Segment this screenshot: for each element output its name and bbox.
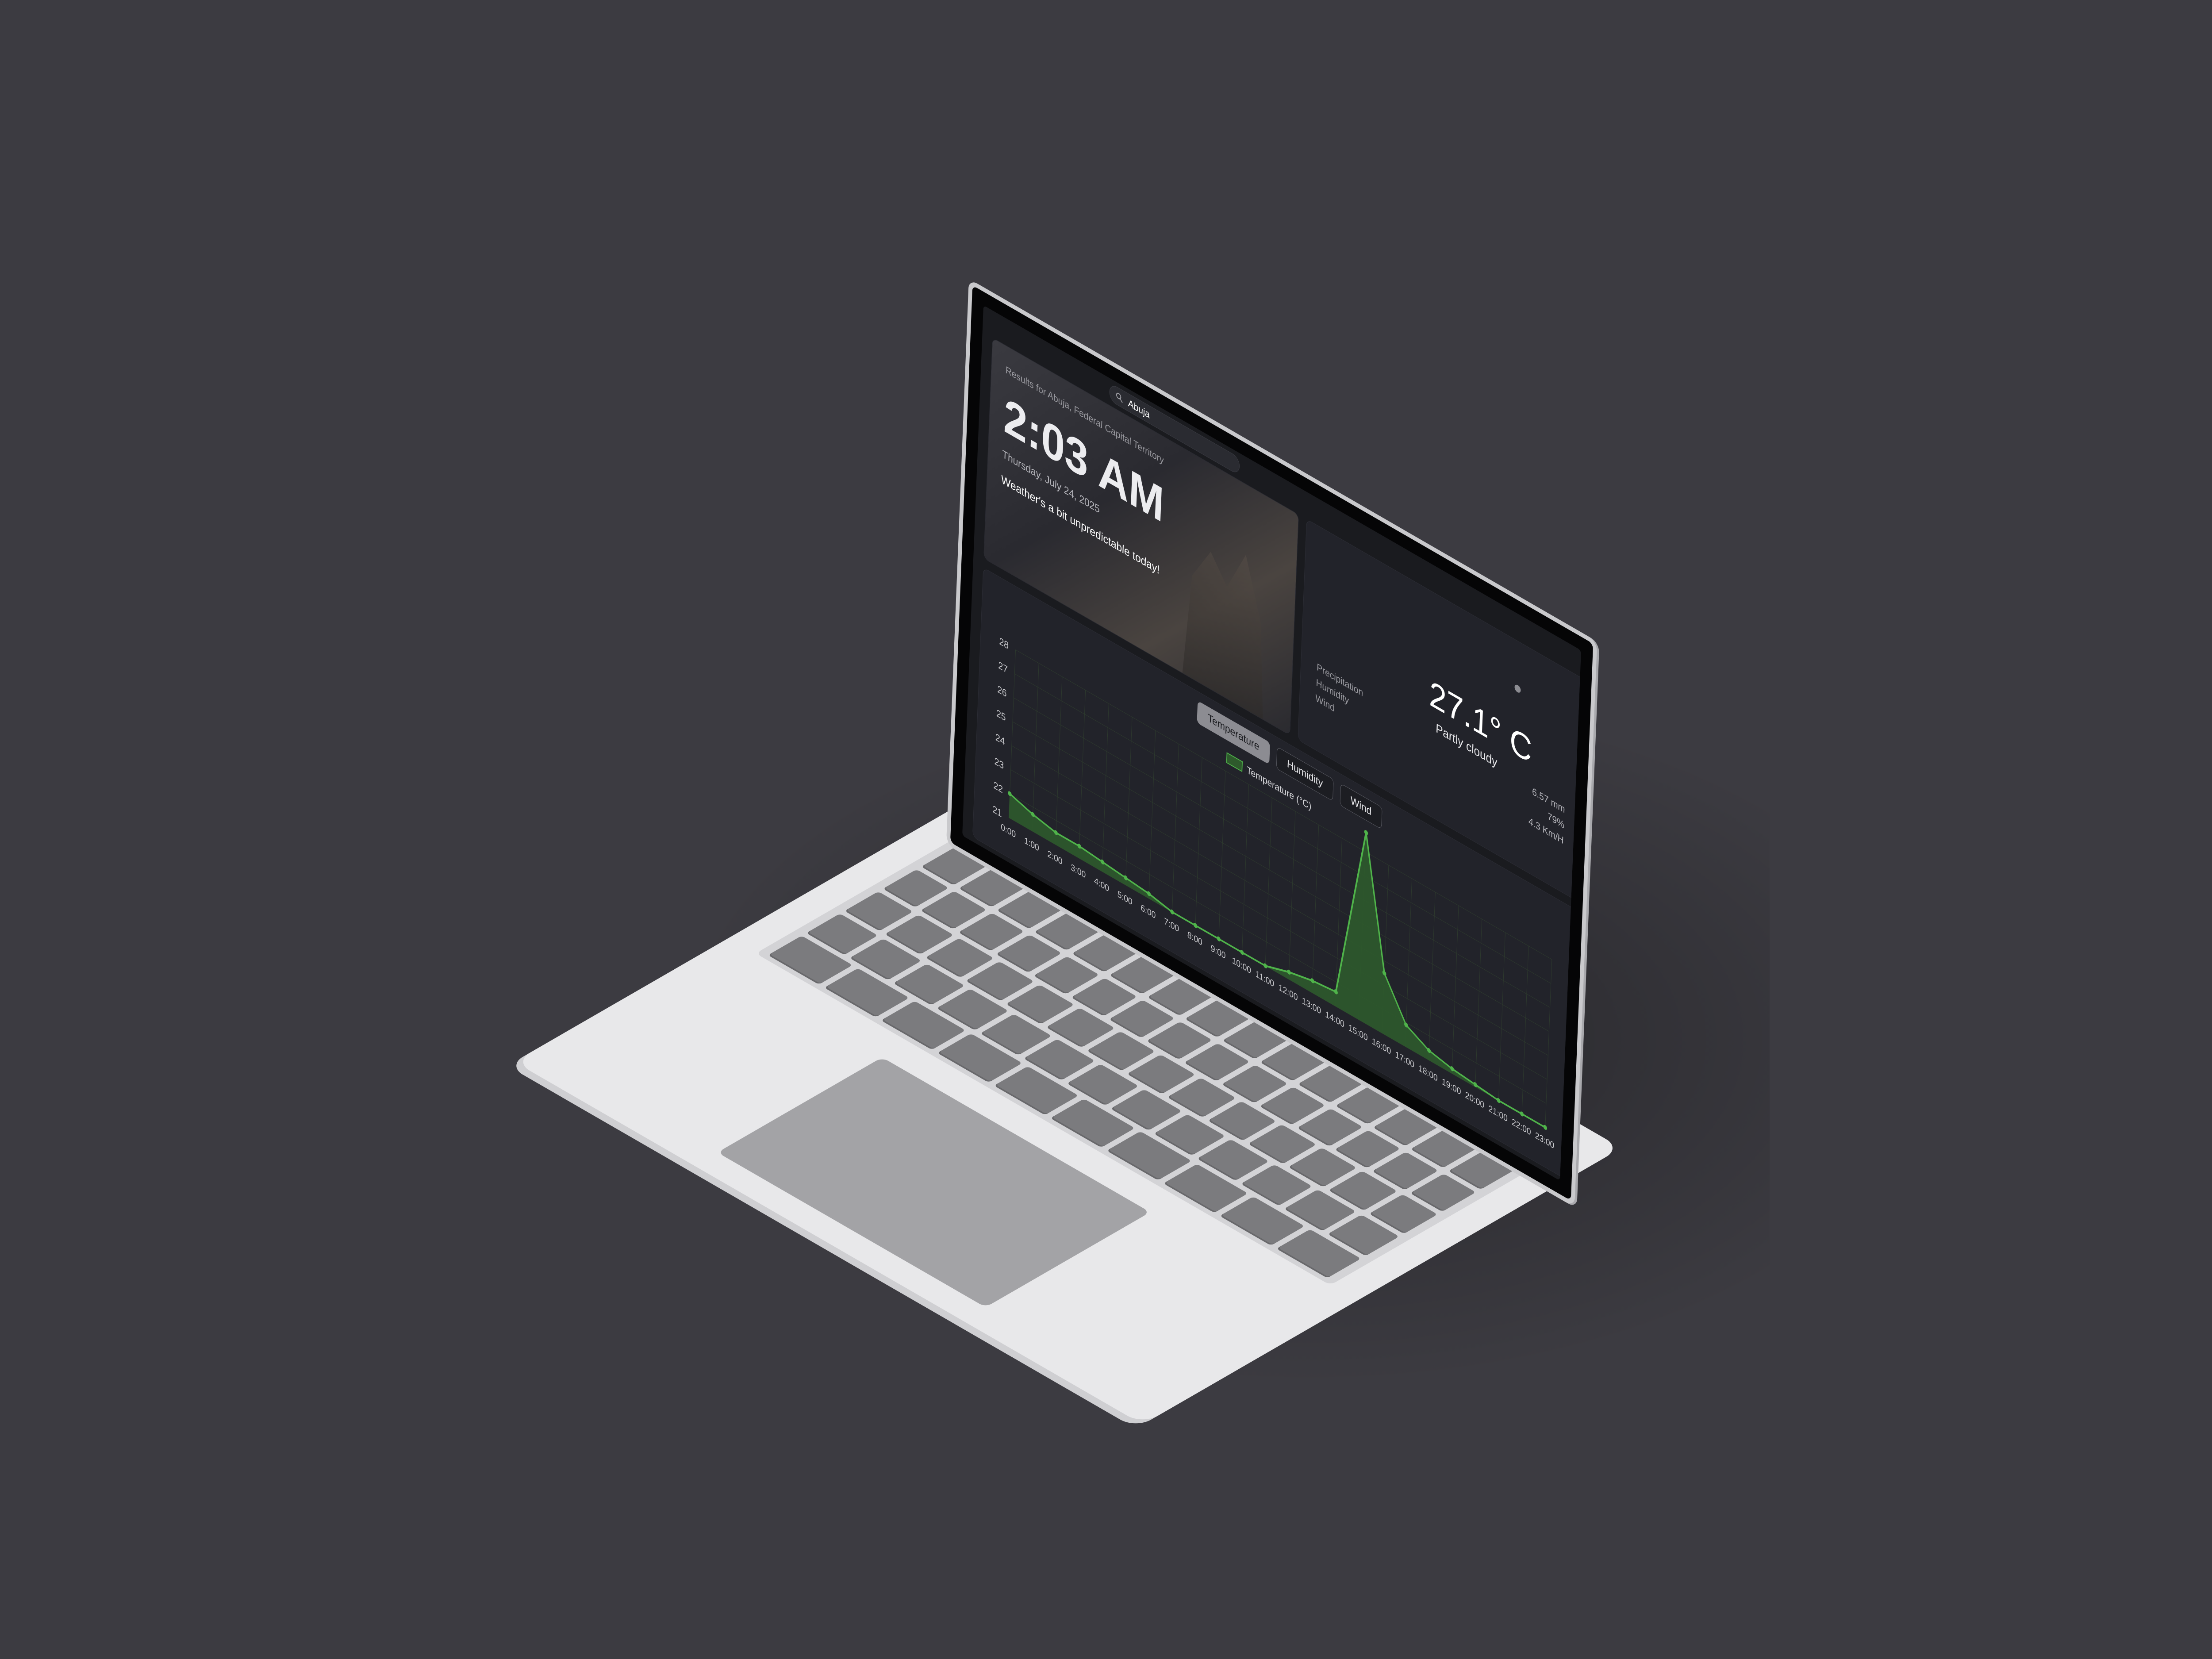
x-gridline xyxy=(1148,730,1156,899)
x-tick-label: 23:00 xyxy=(1535,1130,1554,1151)
x-tick-label: 9:00 xyxy=(1210,943,1226,961)
x-tick-label: 20:00 xyxy=(1465,1090,1484,1111)
x-gridline xyxy=(1288,811,1296,979)
y-tick-label: 22 xyxy=(993,779,1003,795)
x-gridline xyxy=(1125,717,1133,885)
y-tick-label: 26 xyxy=(997,683,1007,699)
x-gridline xyxy=(1498,932,1505,1101)
x-tick-label: 10:00 xyxy=(1232,955,1251,976)
x-gridline xyxy=(1521,946,1529,1114)
x-tick-label: 6:00 xyxy=(1141,902,1156,921)
scene: Results for Abuja, Federal Capital Terri… xyxy=(0,0,2212,1659)
x-gridline xyxy=(1265,798,1272,966)
x-gridline xyxy=(1055,676,1063,845)
x-tick-label: 3:00 xyxy=(1071,862,1086,880)
legend-swatch xyxy=(1226,752,1243,772)
x-tick-label: 2:00 xyxy=(1047,849,1063,867)
x-tick-label: 13:00 xyxy=(1302,995,1321,1016)
x-gridline xyxy=(1545,959,1552,1128)
x-gridline xyxy=(1171,744,1179,912)
y-tick-label: 28 xyxy=(999,635,1009,652)
x-tick-label: 18:00 xyxy=(1418,1063,1438,1084)
y-tick-label: 25 xyxy=(996,707,1006,723)
x-tick-label: 1:00 xyxy=(1024,835,1040,853)
search-icon xyxy=(1116,392,1123,403)
x-tick-label: 19:00 xyxy=(1442,1076,1461,1097)
x-tick-label: 15:00 xyxy=(1348,1022,1368,1043)
x-gridline xyxy=(1405,878,1413,1047)
x-tick-label: 12:00 xyxy=(1279,982,1298,1003)
x-tick-label: 7:00 xyxy=(1164,916,1179,934)
x-gridline xyxy=(1475,919,1482,1087)
x-gridline xyxy=(1218,771,1226,939)
x-tick-label: 5:00 xyxy=(1117,889,1133,907)
x-gridline xyxy=(1242,784,1249,952)
x-tick-label: 22:00 xyxy=(1512,1117,1531,1137)
x-gridline xyxy=(1452,905,1459,1074)
x-tick-label: 4:00 xyxy=(1094,876,1110,894)
x-tick-label: 0:00 xyxy=(1001,822,1016,840)
y-tick-label: 21 xyxy=(992,803,1002,819)
x-tick-label: 17:00 xyxy=(1395,1049,1414,1070)
y-tick-label: 24 xyxy=(995,731,1005,747)
sun-icon xyxy=(1514,684,1521,693)
y-tick-label: 27 xyxy=(998,659,1008,676)
x-gridline xyxy=(1102,703,1109,872)
x-gridline xyxy=(1428,892,1436,1060)
x-gridline xyxy=(1195,757,1202,926)
x-gridline xyxy=(1312,825,1319,993)
x-tick-label: 14:00 xyxy=(1325,1009,1344,1030)
x-tick-label: 11:00 xyxy=(1256,969,1275,989)
keyboard-key[interactable] xyxy=(824,968,910,1018)
x-gridline xyxy=(1032,663,1039,832)
x-tick-label: 8:00 xyxy=(1187,929,1203,948)
x-gridline xyxy=(1079,690,1086,858)
x-tick-label: 21:00 xyxy=(1488,1103,1508,1124)
x-tick-label: 16:00 xyxy=(1371,1036,1391,1057)
y-tick-label: 23 xyxy=(994,755,1004,772)
